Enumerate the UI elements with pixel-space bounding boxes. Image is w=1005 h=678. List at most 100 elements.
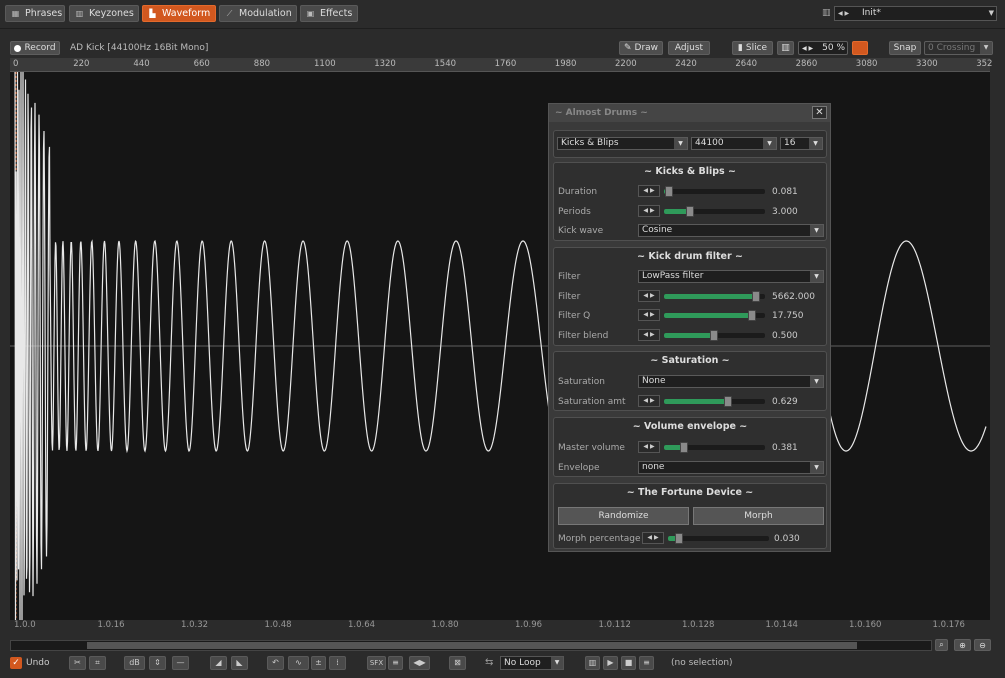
- filter-freq-slider[interactable]: [664, 291, 765, 302]
- zoom-in-icon[interactable]: ⊕: [954, 639, 971, 651]
- record-button[interactable]: Record: [10, 41, 60, 55]
- stepper-arrows-icon[interactable]: ◀ ▶: [638, 441, 660, 453]
- filter-blend-label: Filter blend: [558, 331, 609, 341]
- preset-list-icon[interactable]: ▥: [822, 8, 832, 18]
- play-from-icon[interactable]: ▶: [603, 656, 618, 670]
- crossing-select[interactable]: 0 Crossing ▼: [924, 41, 993, 55]
- stepper-arrows-icon[interactable]: ◀ ▶: [638, 395, 660, 407]
- sample-rate-select[interactable]: 44100 ▼: [691, 137, 777, 150]
- list-icon[interactable]: ≡: [388, 656, 403, 670]
- stepper-arrows-icon[interactable]: ◀ ▶: [638, 205, 660, 217]
- tab-phrases[interactable]: ▦ Phrases: [5, 5, 65, 22]
- tab-waveform[interactable]: ▙ Waveform: [142, 5, 216, 22]
- filter-blend-slider[interactable]: [664, 330, 765, 341]
- panel-title-bar[interactable]: ~ Almost Drums ~ ✕: [549, 104, 830, 122]
- kick-wave-select[interactable]: Cosine ▼: [638, 224, 824, 237]
- chevron-down-icon[interactable]: ▼: [980, 42, 992, 54]
- loop-mode-select[interactable]: No Loop ▼: [500, 656, 564, 670]
- slider-handle[interactable]: [665, 186, 673, 197]
- slice-button[interactable]: ▮ Slice: [732, 41, 773, 55]
- scrollbar-thumb[interactable]: [87, 642, 857, 649]
- slider-handle[interactable]: [752, 291, 760, 302]
- zoom-search-icon[interactable]: ⌕: [935, 639, 948, 651]
- saturation-type-select[interactable]: None ▼: [638, 375, 824, 388]
- grid-toggle-icon[interactable]: ▥: [777, 41, 794, 55]
- chevron-down-icon[interactable]: ▼: [810, 462, 823, 473]
- slider-handle[interactable]: [710, 330, 718, 341]
- stop-icon[interactable]: ■: [621, 656, 636, 670]
- stepper-arrows-icon[interactable]: ◀ ▶: [638, 329, 660, 341]
- duration-slider[interactable]: [664, 186, 765, 197]
- dc-offset-icon[interactable]: ±: [311, 656, 326, 670]
- tab-keyzones[interactable]: ▥ Keyzones: [69, 5, 139, 22]
- chevron-down-icon[interactable]: ▼: [551, 657, 563, 669]
- chevron-down-icon[interactable]: ▼: [810, 271, 823, 282]
- slider-handle[interactable]: [675, 533, 683, 544]
- reverse-icon[interactable]: ↶: [267, 656, 284, 670]
- mute-icon[interactable]: ⊠: [449, 656, 466, 670]
- filter-q-slider[interactable]: [664, 310, 765, 321]
- adjust-button[interactable]: Adjust: [668, 41, 710, 55]
- saturation-amt-slider[interactable]: [664, 396, 765, 407]
- stepper-arrows-icon[interactable]: ◀ ▶: [638, 290, 660, 302]
- chevron-down-icon[interactable]: ▼: [810, 376, 823, 387]
- chevron-down-icon[interactable]: ▼: [810, 225, 823, 236]
- sample-ruler[interactable]: 0 220 440 660 880 1100 1320 1540 1760 1980 2200 242…: [10, 58, 992, 72]
- slider-handle[interactable]: [680, 442, 688, 453]
- silence-icon[interactable]: —: [172, 656, 189, 670]
- filter-freq-label: Filter: [558, 292, 581, 302]
- tab-effects[interactable]: ▣ Effects: [300, 5, 358, 22]
- preset-nav-arrows-icon[interactable]: ◀ ▶: [838, 7, 849, 20]
- morph-button[interactable]: Morph: [693, 507, 824, 525]
- chevron-down-icon[interactable]: ▼: [809, 138, 822, 149]
- slider-handle[interactable]: [724, 396, 732, 407]
- randomize-button[interactable]: Randomize: [558, 507, 689, 525]
- filter-freq-value: 5662.000: [772, 292, 815, 302]
- normalize-icon[interactable]: ⇕: [149, 656, 166, 670]
- zoom-color-button[interactable]: [852, 41, 868, 55]
- channels-icon[interactable]: ⁞: [329, 656, 346, 670]
- header-divider: [0, 28, 1005, 29]
- sfx-button[interactable]: SFX: [367, 656, 386, 670]
- ruler-tick-label: 2420: [675, 59, 697, 69]
- stepper-arrows-icon[interactable]: ◀ ▶: [638, 185, 660, 197]
- horizontal-scrollbar[interactable]: [10, 640, 932, 651]
- cut-icon[interactable]: ✂: [69, 656, 86, 670]
- bit-depth-select[interactable]: 16 ▼: [780, 137, 823, 150]
- fade-out-icon[interactable]: ◣: [231, 656, 248, 670]
- periods-slider[interactable]: [664, 206, 765, 217]
- chevron-down-icon[interactable]: ▼: [763, 138, 776, 149]
- close-icon[interactable]: ✕: [812, 106, 827, 119]
- preset-selector[interactable]: ◀ ▶ Init* ▼: [834, 6, 997, 21]
- kick-type-select[interactable]: Kicks & Blips ▼: [557, 137, 688, 150]
- keyboard-icon[interactable]: ▥: [585, 656, 600, 670]
- zoom-arrows-icon[interactable]: ◀ ▶: [802, 45, 813, 52]
- slider-handle[interactable]: [686, 206, 694, 217]
- chevron-down-icon[interactable]: ▼: [989, 7, 994, 20]
- zoom-out-icon[interactable]: ⊖: [974, 639, 991, 651]
- snap-button[interactable]: Snap: [889, 41, 921, 55]
- tab-modulation[interactable]: ⟋ Modulation: [219, 5, 297, 22]
- time-tick-label: 1.0.144: [765, 620, 798, 630]
- filter-type-select[interactable]: LowPass filter ▼: [638, 270, 824, 283]
- envelope-select[interactable]: none ▼: [638, 461, 824, 474]
- menu-icon[interactable]: ≡: [639, 656, 654, 670]
- draw-button[interactable]: ✎ Draw: [619, 41, 663, 55]
- ruler-tick-label: 660: [193, 59, 210, 69]
- play-icon[interactable]: ◀▶: [409, 656, 430, 670]
- zoom-control[interactable]: ◀ ▶ 50 %: [798, 41, 848, 55]
- stepper-arrows-icon[interactable]: ◀ ▶: [642, 532, 664, 544]
- slider-handle[interactable]: [748, 310, 756, 321]
- crop-icon[interactable]: ⌗: [89, 656, 106, 670]
- wave-tool-icon[interactable]: ∿: [288, 656, 309, 670]
- stepper-arrows-icon[interactable]: ◀ ▶: [638, 309, 660, 321]
- db-icon[interactable]: dB: [124, 656, 145, 670]
- waveform-view[interactable]: [10, 72, 990, 620]
- fade-in-icon[interactable]: ◢: [210, 656, 227, 670]
- chevron-down-icon[interactable]: ▼: [674, 138, 687, 149]
- saturation-amt-value: 0.629: [772, 397, 798, 407]
- morph-percentage-slider[interactable]: [668, 533, 769, 544]
- master-volume-slider[interactable]: [664, 442, 765, 453]
- undo-checkbox[interactable]: ✓: [10, 657, 22, 669]
- duration-value: 0.081: [772, 187, 798, 197]
